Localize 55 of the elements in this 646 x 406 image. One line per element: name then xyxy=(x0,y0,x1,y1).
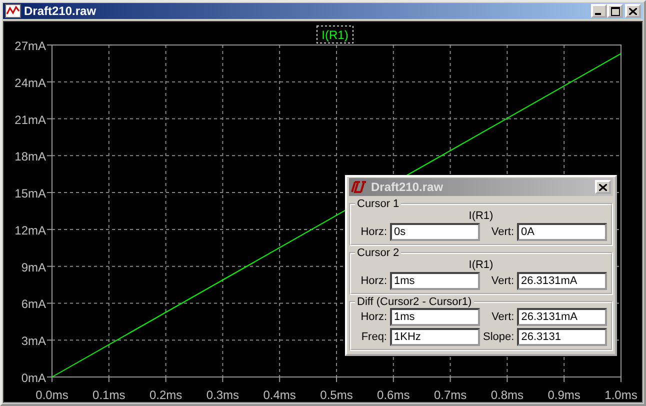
maximize-button[interactable] xyxy=(607,4,623,18)
field-label: Vert: xyxy=(490,226,514,238)
field-label: Slope: xyxy=(483,331,514,343)
input-field[interactable]: 0A xyxy=(517,223,607,241)
group-label: Cursor 1 xyxy=(356,198,400,210)
x-axis-label: 0.7ms xyxy=(434,388,467,402)
y-axis-label: 21mA xyxy=(14,112,46,127)
close-icon xyxy=(599,184,607,190)
logo-icon xyxy=(351,181,367,193)
y-axis-label: 12mA xyxy=(14,223,46,238)
close-button[interactable] xyxy=(625,4,641,18)
group-label: Diff (Cursor2 - Cursor1) xyxy=(356,296,473,308)
x-axis-label: 0.8ms xyxy=(490,388,524,402)
y-axis-label: 15mA xyxy=(14,186,46,201)
y-axis-label: 9mA xyxy=(21,260,46,274)
group-label: Cursor 2 xyxy=(356,247,400,259)
waveform-icon xyxy=(5,4,21,18)
x-axis-label: 1.0ms xyxy=(604,388,638,402)
input-field[interactable]: 26.3131mA xyxy=(517,272,607,290)
field-label: Horz: xyxy=(360,226,387,238)
y-axis-label: 18mA xyxy=(14,150,46,164)
x-axis-label: 0.1ms xyxy=(92,388,126,402)
field-label: Horz: xyxy=(360,311,387,323)
minimize-button[interactable] xyxy=(591,4,607,18)
input-field[interactable]: 0s xyxy=(390,223,480,241)
legend-box xyxy=(316,26,354,44)
close-button[interactable] xyxy=(595,180,611,194)
field-label: Freq: xyxy=(360,331,387,343)
input-field[interactable]: 26.3131mA xyxy=(517,308,608,326)
window-title: Draft210.raw xyxy=(24,4,98,18)
x-axis-label: 0.6ms xyxy=(377,388,410,402)
field-label: Horz: xyxy=(360,275,387,287)
field-label: Vert: xyxy=(490,275,514,287)
field-label: Vert: xyxy=(490,311,514,323)
x-axis-label: 0.4ms xyxy=(263,388,296,402)
x-axis-label: 0.2ms xyxy=(149,388,182,402)
y-axis-label: 27mA xyxy=(14,39,46,53)
input-field[interactable]: 1KHz xyxy=(390,328,480,346)
trace-name: I(R1) xyxy=(468,259,494,272)
maximize-icon xyxy=(610,6,620,16)
x-axis-label: 0.3ms xyxy=(206,388,240,402)
trace-name: I(R1) xyxy=(468,210,494,223)
input-field[interactable]: 1ms xyxy=(390,308,480,326)
trace-legend[interactable]: I(R1) xyxy=(322,28,348,42)
x-axis-label: 0.9ms xyxy=(548,388,580,402)
dialog-title: Draft210.raw xyxy=(371,180,444,194)
x-axis-label: 0.0ms xyxy=(36,388,68,402)
input-field[interactable]: 26.3131 xyxy=(517,328,608,346)
y-axis-label: 3mA xyxy=(21,334,46,348)
x-axis-label: 0.5ms xyxy=(320,388,353,402)
y-axis-label: 24mA xyxy=(14,76,46,90)
y-axis-label: 6mA xyxy=(21,297,46,312)
close-icon xyxy=(629,8,637,14)
input-field[interactable]: 1ms xyxy=(390,272,480,290)
y-axis-label: 0mA xyxy=(21,371,46,385)
